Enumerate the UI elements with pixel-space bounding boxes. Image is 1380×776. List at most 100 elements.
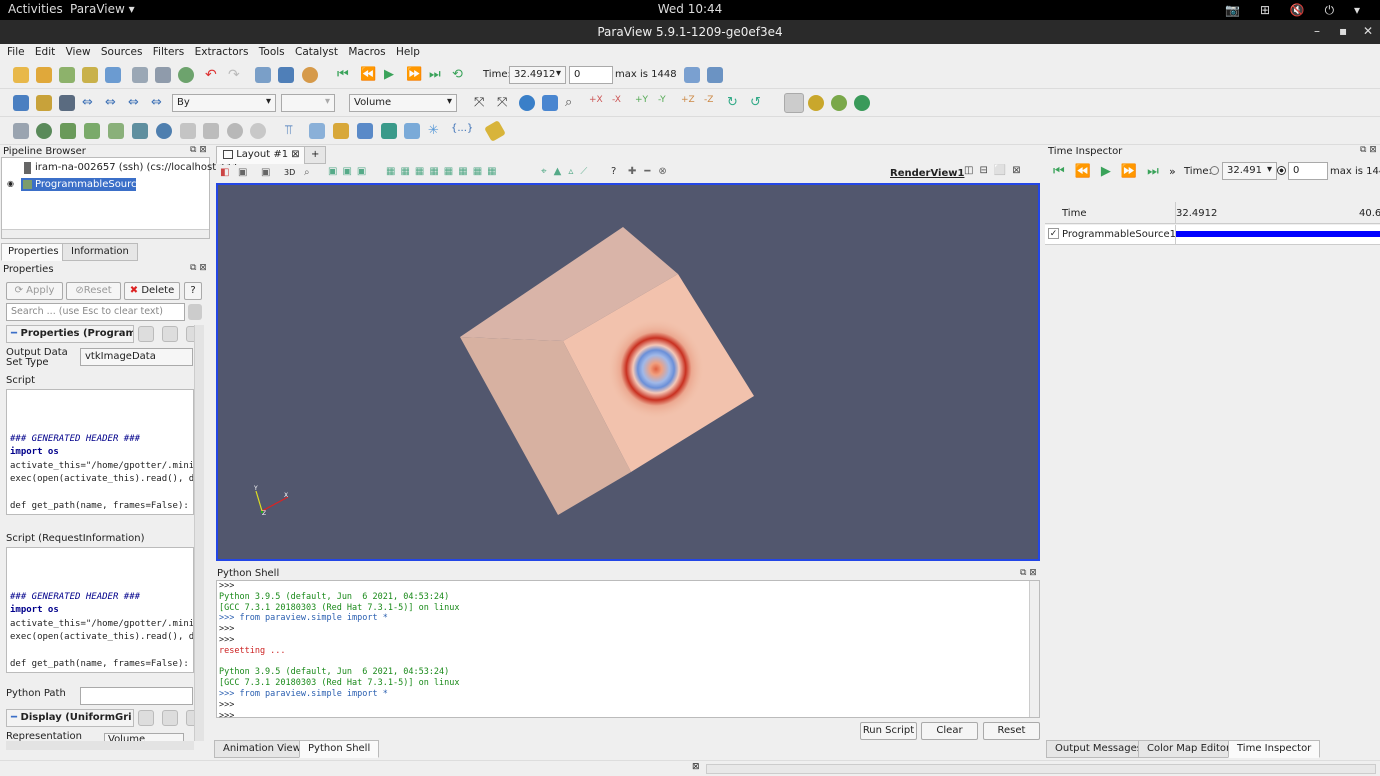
time-radio[interactable] [1210, 166, 1219, 175]
threshold-icon[interactable] [108, 123, 124, 139]
menu-help[interactable]: Help [396, 46, 420, 58]
find-data-icon[interactable] [684, 67, 700, 83]
menu-macros[interactable]: Macros [348, 46, 385, 58]
grow-shrink-icon[interactable]: ✚━⊗ [628, 166, 675, 177]
save-data-icon[interactable] [59, 67, 75, 83]
view-minus-x-icon[interactable]: -X [612, 95, 628, 111]
advanced-gear-icon[interactable] [188, 304, 202, 320]
app-menu[interactable]: ParaView ▾ [70, 2, 135, 16]
tab-time-inspector[interactable]: Time Inspector [1228, 740, 1321, 758]
tab-color-map-editor[interactable]: Color Map Editor [1138, 740, 1240, 758]
properties-section-header[interactable]: ━ Properties (Program [6, 325, 134, 343]
capture-icon[interactable]: ◧ [220, 167, 229, 178]
view-plus-x-icon[interactable]: +X [589, 95, 605, 111]
select-points-icon[interactable]: ⌖▲▵⟋ [541, 166, 594, 177]
center-axes-icon[interactable] [784, 93, 804, 113]
zoom-box-icon[interactable] [542, 95, 558, 111]
system-tray[interactable]: 📷 ⊞ 🔇 ⏻ ▾ [1225, 3, 1368, 18]
stream-tracer-icon[interactable] [180, 123, 196, 139]
camera-icon[interactable]: ▣ [261, 167, 270, 178]
zoom-data-icon[interactable] [707, 67, 723, 83]
pipeline-dock-buttons[interactable]: ⧉ ⊠ [190, 145, 207, 155]
pick-center-icon[interactable] [808, 95, 824, 111]
clear-button[interactable]: Clear [921, 722, 978, 740]
camera-redo-icon[interactable] [278, 67, 294, 83]
tab-python-shell[interactable]: Python Shell [299, 740, 380, 758]
reset-camera-closest-icon[interactable]: ⤧ [497, 95, 513, 111]
menu-view[interactable]: View [66, 46, 91, 58]
python-shell-scrollbar[interactable] [1029, 581, 1039, 717]
zoom-box-view-icon[interactable]: ⌕ [304, 167, 310, 178]
output-type-combo[interactable]: vtkImageData [80, 348, 193, 366]
reset-camera-icon[interactable]: ⤧ [474, 95, 490, 111]
show-center-icon[interactable] [854, 95, 870, 111]
time-inspector-vcr-icons[interactable]: ⏮⏪▶⏩⏭ [1053, 164, 1169, 179]
menu-sources[interactable]: Sources [101, 46, 143, 58]
histogram-icon[interactable] [333, 123, 349, 139]
time-combo[interactable]: 32.4912 [509, 66, 566, 84]
more-icon[interactable]: » [1169, 165, 1176, 178]
contour-icon[interactable] [36, 123, 52, 139]
copy-props-icon[interactable] [138, 326, 154, 342]
last-frame-icon[interactable]: ⏭ [429, 67, 445, 83]
delete-button[interactable]: ✖ Delete [124, 282, 180, 300]
tab-information[interactable]: Information [62, 243, 138, 261]
minimize-button[interactable]: – [1314, 24, 1320, 38]
server-item[interactable]: iram-na-002657 (ssh) (cs://localhost:111 [35, 162, 239, 173]
tab-output-messages[interactable]: Output Messages [1046, 740, 1151, 758]
hover-query-icon[interactable]: ? [611, 166, 616, 177]
next-frame-icon[interactable]: ⏩ [406, 67, 422, 83]
ti-track-checkbox[interactable]: ✓ [1048, 228, 1059, 239]
mesh-quality-icon[interactable] [404, 123, 420, 139]
ti-time-combo[interactable]: 32.491 [1222, 162, 1277, 180]
warp-icon[interactable] [203, 123, 219, 139]
save-state-icon[interactable] [82, 67, 98, 83]
display-section-header[interactable]: ━ Display (UniformGri [6, 709, 134, 727]
glyph-icon[interactable] [156, 123, 172, 139]
new-layout-tab[interactable]: + [304, 146, 327, 164]
rescale-visible-icon[interactable]: ⇔ [128, 95, 144, 111]
particle-tracer-icon[interactable]: ✳ [428, 123, 444, 139]
menu-filters[interactable]: Filters [153, 46, 184, 58]
properties-dock-buttons[interactable]: ⧉ ⊠ [190, 263, 207, 273]
apply-button[interactable]: ⟳ Apply [6, 282, 63, 300]
reset-center-icon[interactable] [831, 95, 847, 111]
disconnect-icon[interactable] [132, 67, 148, 83]
redo-icon[interactable]: ↷ [228, 67, 244, 83]
calculator-icon[interactable] [13, 123, 29, 139]
tab-layout-1[interactable]: Layout #1 ⊠ [216, 146, 307, 164]
properties-hscrollbar[interactable] [6, 741, 194, 750]
auto-apply-icon[interactable] [178, 67, 194, 83]
properties-search-input[interactable]: Search ... (use Esc to clear text) [6, 303, 185, 321]
shell-reset-button[interactable]: Reset [983, 722, 1040, 740]
menu-catalyst[interactable]: Catalyst [295, 46, 338, 58]
selection-tools-icon[interactable]: ▣▣▣ [328, 166, 371, 177]
undo-icon[interactable]: ↶ [205, 67, 221, 83]
view-plus-z-icon[interactable]: +Z [681, 95, 697, 111]
zoom-closest-icon[interactable]: ⌕ [565, 95, 581, 111]
group-icon[interactable] [227, 123, 243, 139]
palette-icon[interactable] [302, 67, 318, 83]
render-view-name[interactable]: RenderView1 [890, 168, 964, 179]
plot-data-icon[interactable] [357, 123, 373, 139]
python-shell-dock-buttons[interactable]: ⧉ ⊠ [1020, 568, 1037, 578]
python-calc-icon[interactable] [381, 123, 397, 139]
python-macro-icon[interactable]: {...} [451, 123, 473, 139]
copy-display-icon[interactable] [138, 710, 154, 726]
view-minus-y-icon[interactable]: -Y [658, 95, 674, 111]
help-button[interactable]: ? [184, 282, 202, 300]
source-item[interactable]: ProgrammableSource1 [35, 179, 149, 190]
menu-tools[interactable]: Tools [259, 46, 285, 58]
activities-button[interactable]: Activities [8, 2, 63, 16]
open-icon[interactable] [13, 67, 29, 83]
pipeline-tree[interactable]: iram-na-002657 (ssh) (cs://localhost:111… [1, 157, 239, 239]
render-view[interactable]: X Y Z [216, 183, 1040, 561]
eye-icon[interactable]: ◉ [7, 179, 14, 188]
edit-colormap-icon[interactable] [36, 95, 52, 111]
reset-button[interactable]: ⊘Reset [66, 282, 121, 300]
script-request-info-editor[interactable]: ### GENERATED HEADER ### import os activat… [6, 547, 194, 673]
reset-range-icon[interactable] [59, 95, 75, 111]
clip-icon[interactable] [60, 123, 76, 139]
selection-modes-icon[interactable]: ▦▦▦▦▦▦▦▦ [386, 166, 502, 177]
component-combo[interactable] [281, 94, 335, 112]
